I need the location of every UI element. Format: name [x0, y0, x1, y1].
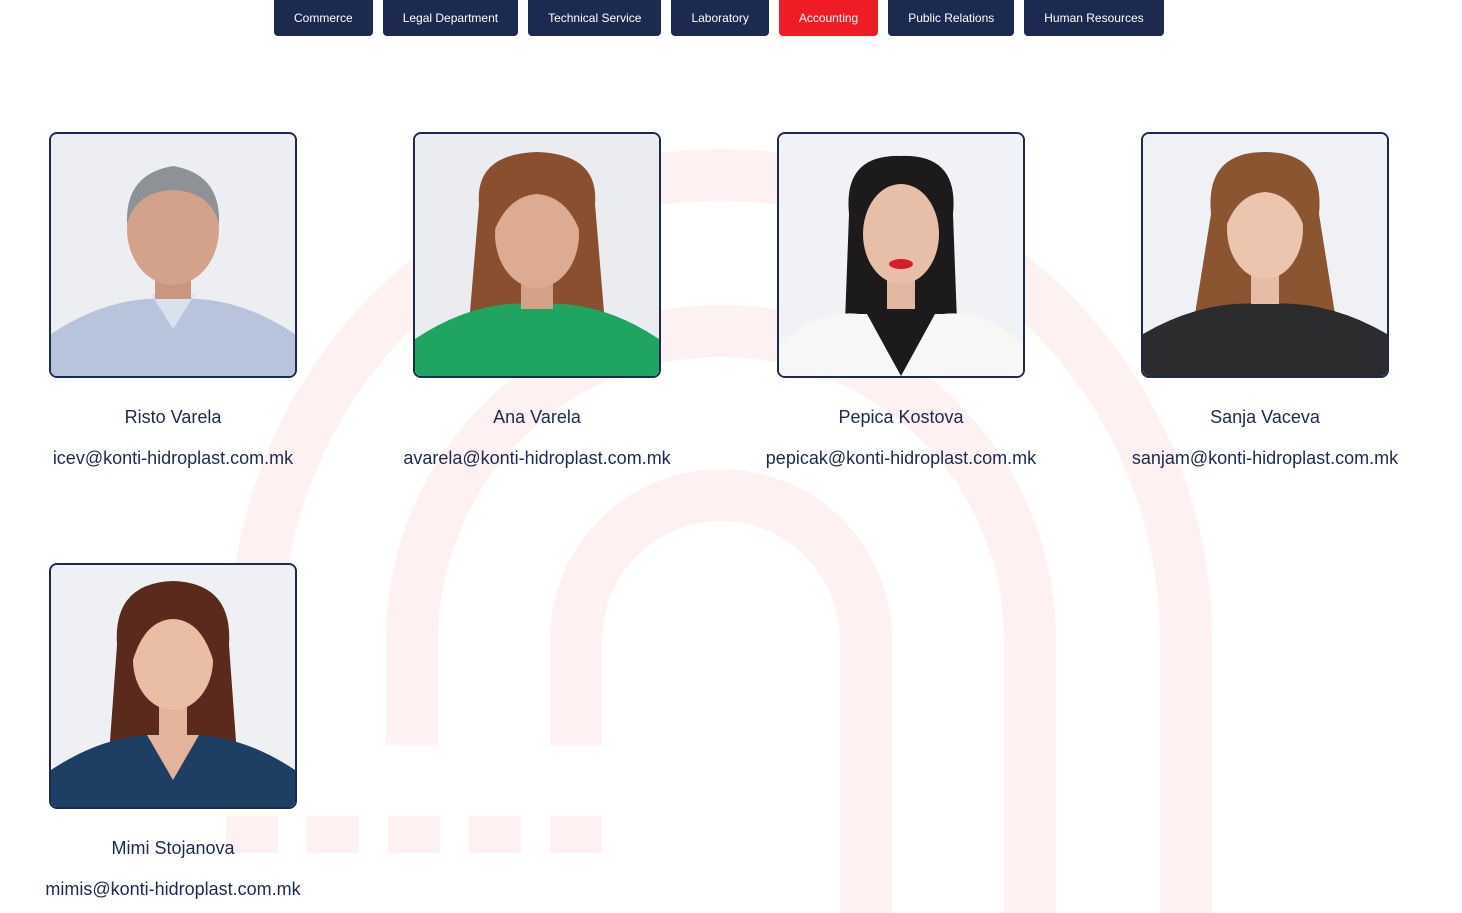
portrait-image	[1143, 134, 1387, 376]
staff-photo	[1141, 132, 1389, 378]
staff-name: Sanja Vaceva	[1210, 407, 1320, 427]
portrait-image	[51, 134, 295, 376]
tab-public-relations[interactable]: Public Relations	[888, 0, 1015, 36]
staff-email-link[interactable]: mimis@konti-hidroplast.com.mk	[45, 879, 300, 899]
tab-human-resources[interactable]: Human Resources	[1024, 0, 1164, 36]
department-tabs: Commerce Legal Department Technical Serv…	[274, 0, 1164, 36]
staff-name: Mimi Stojanova	[111, 838, 235, 858]
staff-name: Pepica Kostova	[838, 407, 964, 427]
staff-email-link[interactable]: sanjam@konti-hidroplast.com.mk	[1132, 448, 1398, 468]
portrait-image	[415, 134, 659, 376]
staff-email-link[interactable]: icev@konti-hidroplast.com.mk	[53, 448, 293, 468]
tab-accounting[interactable]: Accounting	[778, 0, 879, 36]
staff-card: Risto Varela icev@konti-hidroplast.com.m…	[0, 132, 355, 469]
staff-photo	[777, 132, 1025, 378]
staff-name: Ana Varela	[493, 407, 581, 427]
staff-card: Sanja Vaceva sanjam@konti-hidroplast.com…	[1083, 132, 1447, 469]
tab-technical-service[interactable]: Technical Service	[528, 0, 662, 36]
portrait-image	[779, 134, 1023, 376]
staff-email[interactable]: sanjam@konti-hidroplast.com.mk	[1083, 448, 1447, 469]
staff-photo	[49, 132, 297, 378]
staff-email[interactable]: pepicak@konti-hidroplast.com.mk	[719, 448, 1083, 469]
portrait-image	[51, 565, 295, 807]
staff-email[interactable]: avarela@konti-hidroplast.com.mk	[355, 448, 719, 469]
staff-name: Risto Varela	[124, 407, 222, 427]
staff-photo	[413, 132, 661, 378]
staff-email-link[interactable]: pepicak@konti-hidroplast.com.mk	[766, 448, 1036, 468]
tab-laboratory[interactable]: Laboratory	[671, 0, 769, 36]
staff-photo	[49, 563, 297, 809]
staff-card: Ana Varela avarela@konti-hidroplast.com.…	[355, 132, 719, 469]
tab-commerce[interactable]: Commerce	[274, 0, 373, 36]
staff-email[interactable]: icev@konti-hidroplast.com.mk	[0, 448, 355, 469]
staff-card: Pepica Kostova pepicak@konti-hidroplast.…	[719, 132, 1083, 469]
tab-legal-department[interactable]: Legal Department	[382, 0, 519, 36]
staff-email-link[interactable]: avarela@konti-hidroplast.com.mk	[403, 448, 670, 468]
staff-card: Mimi Stojanova mimis@konti-hidroplast.co…	[0, 563, 355, 900]
page: Commerce Legal Department Technical Serv…	[0, 0, 1462, 913]
staff-email[interactable]: mimis@konti-hidroplast.com.mk	[0, 879, 355, 900]
